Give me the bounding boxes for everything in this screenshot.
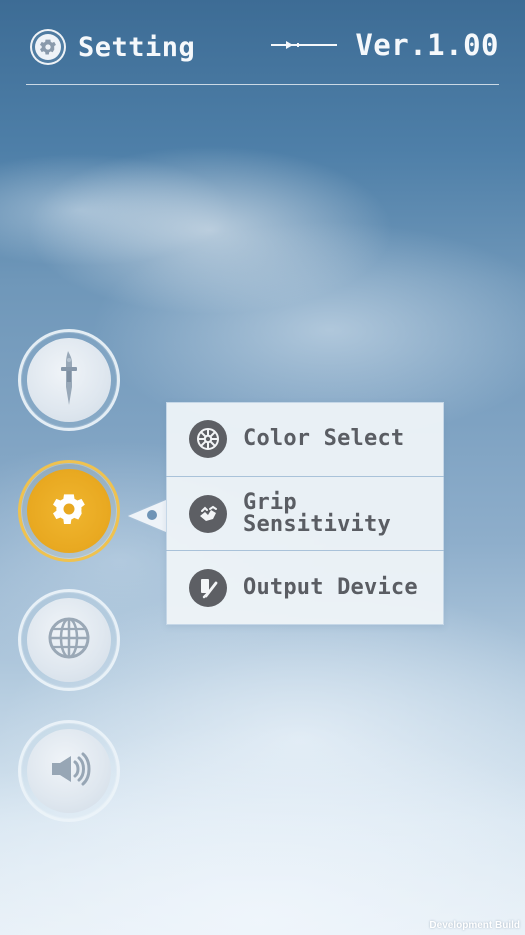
- version-label: Ver.1.00: [355, 28, 499, 62]
- submenu-item-output-device[interactable]: Output Device: [166, 550, 444, 624]
- sidebar-item-sound[interactable]: [18, 720, 120, 822]
- sidebar-item-weapon[interactable]: [18, 329, 120, 431]
- arrow-right-icon: [271, 36, 338, 55]
- speaker-icon: [44, 748, 94, 794]
- gear-icon: [35, 34, 61, 60]
- submenu-item-color-select[interactable]: Color Select: [166, 402, 444, 476]
- settings-submenu: Color Select Grip Sensitivity Output Dev…: [166, 402, 444, 625]
- globe-icon: [45, 614, 93, 666]
- submenu-item-grip-sensitivity[interactable]: Grip Sensitivity: [166, 476, 444, 550]
- gear-icon: [49, 489, 89, 533]
- sidebar-item-settings-core: [27, 469, 111, 553]
- sidebar-item-language-core: [27, 598, 111, 682]
- header-title-group: Setting: [30, 29, 195, 65]
- sidebar-item-language[interactable]: [18, 589, 120, 691]
- page-title: Setting: [78, 31, 196, 63]
- sword-icon: [52, 345, 86, 415]
- sidebar-item-sound-core: [27, 729, 111, 813]
- sidebar-item-weapon-core: [27, 338, 111, 422]
- color-wheel-icon: [189, 420, 227, 458]
- sidebar-item-settings[interactable]: [18, 460, 120, 562]
- header-gear-badge[interactable]: [30, 29, 66, 65]
- development-build-label: Development Build: [429, 920, 520, 931]
- submenu-item-label: Grip Sensitivity: [243, 489, 391, 537]
- submenu-item-label: Output Device: [243, 574, 418, 600]
- top-header: Setting Ver.1.00: [26, 26, 499, 85]
- output-device-icon: [189, 568, 227, 607]
- submenu-item-label: Color Select: [243, 426, 405, 451]
- version-group: Ver.1.00: [271, 31, 499, 60]
- submenu-connector-dot: [147, 510, 157, 520]
- grip-icon: [189, 494, 227, 533]
